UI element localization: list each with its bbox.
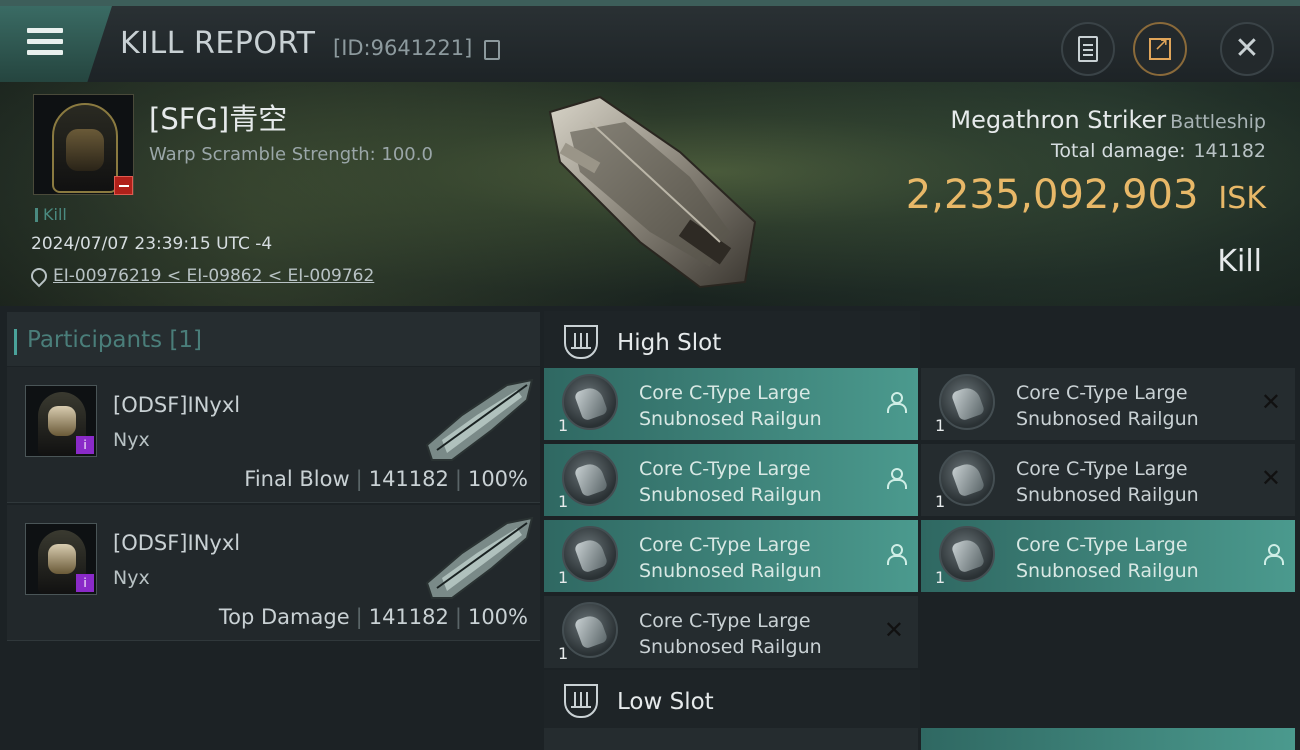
railgun-icon: [939, 374, 995, 430]
railgun-icon: [939, 526, 995, 582]
module-item[interactable]: 1 Core C-Type Large Snubnosed Railgun: [544, 368, 918, 440]
destroyed-x-icon: ✕: [1260, 388, 1281, 416]
participant-stats: Top Damage | 141182 | 100%: [218, 605, 528, 629]
ship-class: Battleship: [1170, 111, 1266, 133]
railgun-icon: [939, 450, 995, 506]
warp-scramble-strength: Warp Scramble Strength: 100.0: [149, 144, 433, 165]
page-title: KILL REPORT: [120, 26, 316, 61]
share-button[interactable]: [1133, 22, 1187, 76]
participant-name: [ODSF]INyxl: [113, 393, 241, 417]
participant-ship-icon: [425, 378, 534, 461]
module-item[interactable]: 1 Core C-Type Large Snubnosed Railgun: [921, 520, 1295, 592]
hostile-badge-icon: [114, 176, 133, 195]
module-item[interactable]: 1 Core C-Type Large Snubnosed Railgun ✕: [921, 368, 1295, 440]
kill-location[interactable]: EI-00976219 < EI-09862 < EI-009762: [31, 266, 374, 286]
participant-row[interactable]: i [ODSF]INyxl Nyx Top Damage | 141182 | 100%: [7, 505, 540, 641]
share-icon: [1149, 34, 1171, 60]
victim-name[interactable]: [SFG]青空: [149, 96, 287, 138]
participants-header: Participants [1]: [7, 312, 540, 366]
participant-ship: Nyx: [113, 567, 150, 589]
rank-badge-icon: i: [76, 574, 94, 592]
high-slot-icon: [564, 325, 598, 359]
participant-row[interactable]: i [ODSF]INyxl Nyx Final Blow | 141182 | 100%: [7, 367, 540, 503]
module-item[interactable]: 1 Core C-Type Large Snubnosed Railgun: [544, 520, 918, 592]
report-id: [ID:9641221]: [333, 36, 473, 60]
high-slot-header: High Slot: [544, 311, 920, 371]
fitting-panel: High Slot 1 Core C-Type Large Snubnosed R…: [540, 306, 1300, 750]
menu-button[interactable]: [0, 6, 112, 82]
avatar[interactable]: i: [25, 523, 97, 595]
module-item[interactable]: [921, 728, 1295, 750]
rank-badge-icon: i: [76, 436, 94, 454]
railgun-icon: [562, 526, 618, 582]
destroyed-x-icon: ✕: [1260, 464, 1281, 492]
dropped-person-icon: [886, 544, 907, 565]
railgun-icon: [562, 602, 618, 658]
participants-panel: Participants [1] i [ODSF]INyxl Nyx Final…: [0, 306, 540, 750]
copy-icon[interactable]: [484, 40, 500, 60]
participant-ship: Nyx: [113, 429, 150, 451]
module-item[interactable]: 1 Core C-Type Large Snubnosed Railgun: [544, 444, 918, 516]
close-button[interactable]: ✕: [1220, 22, 1274, 76]
railgun-icon: [562, 450, 618, 506]
destroyed-x-icon: ✕: [883, 616, 904, 644]
module-item[interactable]: 1 Core C-Type Large Snubnosed Railgun ✕: [921, 444, 1295, 516]
dropped-person-icon: [886, 468, 907, 489]
location-link[interactable]: EI-00976219 < EI-09862 < EI-009762: [53, 266, 374, 286]
victim-ship-name: Megathron Striker Battleship: [950, 106, 1266, 134]
dropped-person-icon: [1263, 544, 1284, 565]
victim-ship-image: [548, 95, 757, 289]
module-item[interactable]: 1 Core C-Type Large Snubnosed Railgun ✕: [544, 596, 918, 668]
participant-stats: Final Blow | 141182 | 100%: [244, 467, 528, 491]
participant-name: [ODSF]INyxl: [113, 531, 241, 555]
document-icon: [1078, 36, 1098, 62]
location-pin-icon: [31, 268, 43, 284]
module-item[interactable]: [544, 728, 918, 750]
railgun-icon: [562, 374, 618, 430]
total-damage: Total damage: 141182: [1051, 140, 1266, 162]
kill-tag: Kill: [35, 205, 67, 224]
close-icon: ✕: [1234, 31, 1260, 66]
participant-ship-icon: [425, 516, 534, 599]
low-slot-header: Low Slot: [544, 670, 920, 730]
dropped-person-icon: [886, 392, 907, 413]
low-slot-icon: [564, 684, 598, 718]
kill-datetime: 2024/07/07 23:39:15 UTC -4: [31, 234, 273, 254]
isk-value: 2,235,092,903 ISK: [905, 172, 1266, 218]
result-label: Kill: [1217, 244, 1262, 279]
hamburger-icon: [27, 28, 63, 56]
avatar[interactable]: i: [25, 385, 97, 457]
document-button[interactable]: [1061, 22, 1115, 76]
top-bar: KILL REPORT [ID:9641221] ✕: [0, 0, 1300, 82]
